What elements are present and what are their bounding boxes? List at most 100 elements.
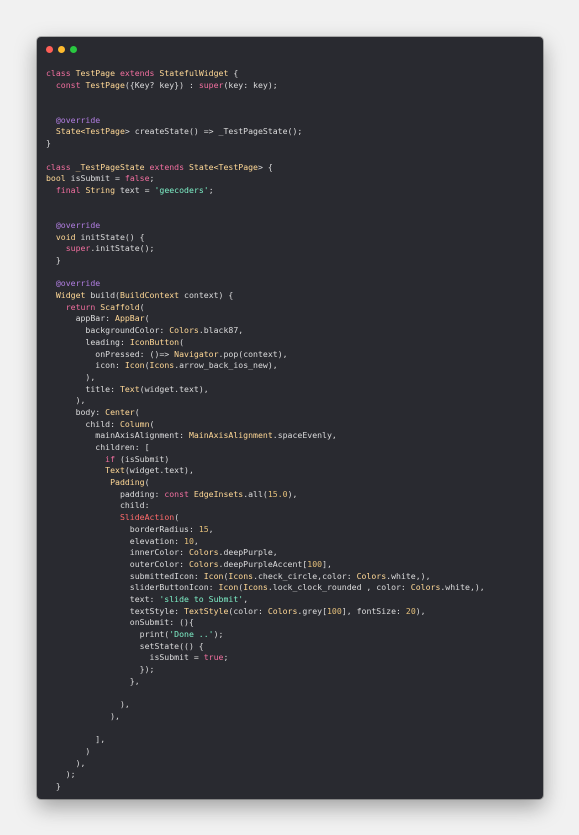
- code-token: final: [55, 184, 86, 195]
- code-token: super: [65, 243, 91, 254]
- code-token: icon:: [46, 360, 125, 371]
- code-token: text:: [46, 593, 160, 604]
- code-token: _TestPageState: [75, 161, 150, 172]
- code-token: Colors: [188, 558, 219, 569]
- code-token: ({Key? key}) :: [124, 79, 199, 90]
- code-line: ): [46, 746, 485, 758]
- code-line: ],: [46, 734, 485, 746]
- code-token: ),: [46, 395, 86, 406]
- code-token: (: [134, 406, 140, 417]
- code-token: textStyle:: [46, 605, 185, 616]
- code-line: ),: [46, 758, 485, 770]
- code-token: ],: [322, 558, 332, 569]
- code-line: },: [46, 676, 485, 688]
- code-token: 20: [405, 605, 416, 616]
- code-line: State<TestPage> createState() => _TestPa…: [46, 126, 485, 138]
- code-line: @override: [46, 278, 485, 290]
- code-token: .spaceEvenly,: [272, 430, 337, 441]
- code-token: Icon: [124, 360, 145, 371]
- code-token: ,: [193, 535, 199, 546]
- code-token: ),: [46, 757, 86, 768]
- code-token: .initState();: [90, 243, 155, 254]
- code-token: TestPage: [85, 126, 125, 137]
- code-token: Icons: [228, 570, 254, 581]
- zoom-icon[interactable]: [70, 46, 77, 53]
- code-token: super: [198, 79, 224, 90]
- code-token: 'slide to Submit': [159, 593, 244, 604]
- code-token: .white,),: [440, 582, 485, 593]
- code-token: .pop(context),: [218, 348, 288, 359]
- code-token: mainAxisAlignment:: [46, 430, 189, 441]
- code-token: ], fontSize:: [341, 605, 406, 616]
- code-token: children: [: [46, 442, 150, 452]
- code-token: Colors: [410, 582, 441, 593]
- code-token: SlideAction: [119, 512, 175, 523]
- code-token: title:: [46, 383, 120, 394]
- code-token: ),: [46, 371, 96, 382]
- code-token: Padding: [110, 477, 145, 488]
- code-token: onSubmit: (){: [46, 617, 194, 628]
- code-line: backgroundColor: Colors.black87,: [46, 325, 485, 337]
- code-token: IconButton: [129, 336, 180, 347]
- code-token: (: [139, 301, 145, 312]
- code-token: > {: [257, 161, 273, 172]
- code-line: }: [46, 138, 485, 150]
- code-token: 100: [327, 605, 342, 616]
- code-line: @override: [46, 220, 485, 232]
- code-token: Icon: [203, 570, 224, 581]
- code-line: SlideAction(: [46, 512, 485, 524]
- code-token: @override: [55, 219, 101, 230]
- code-token: 'Done ..': [169, 629, 214, 639]
- code-line: mainAxisAlignment: MainAxisAlignment.spa…: [46, 430, 485, 442]
- code-token: Colors: [356, 570, 387, 581]
- code-line: ),: [46, 699, 485, 711]
- code-line: appBar: AppBar(: [46, 313, 485, 325]
- code-line: innerColor: Colors.deepPurple,: [46, 547, 485, 559]
- minimize-icon[interactable]: [58, 46, 65, 53]
- code-token: Icon: [218, 582, 239, 593]
- code-token: if: [105, 453, 120, 464]
- code-token: print(: [46, 629, 170, 639]
- code-token: .check_circle,color:: [253, 570, 357, 581]
- code-token: extends: [119, 68, 160, 78]
- code-token: ): [46, 745, 91, 756]
- code-token: MainAxisAlignment: [188, 430, 273, 441]
- code-token: bool: [46, 173, 71, 184]
- code-block: class TestPage extends StatefulWidget { …: [46, 68, 485, 793]
- code-token: Text: [119, 383, 140, 394]
- code-line: borderRadius: 15,: [46, 524, 485, 536]
- code-token: context) {: [184, 290, 234, 301]
- code-line: super.initState();: [46, 243, 485, 255]
- code-token: appBar:: [46, 313, 116, 324]
- code-line: });: [46, 664, 485, 676]
- code-token: onPressed: ()=>: [46, 348, 175, 359]
- code-token: Colors: [169, 325, 199, 336]
- code-line: outerColor: Colors.deepPurpleAccent[100]…: [46, 559, 485, 571]
- code-token: );: [46, 769, 76, 780]
- code-token: State<: [55, 126, 86, 137]
- code-token: (: [144, 313, 150, 324]
- code-line: text: 'slide to Submit',: [46, 594, 485, 606]
- code-line: );: [46, 769, 485, 781]
- code-token: {: [228, 68, 239, 78]
- code-token: }: [46, 138, 51, 149]
- code-line: elevation: 10,: [46, 536, 485, 548]
- code-token: .arrow_back_ios_new),: [174, 360, 278, 371]
- code-token: AppBar: [115, 313, 145, 324]
- code-token: backgroundColor:: [46, 325, 170, 336]
- close-icon[interactable]: [46, 46, 53, 53]
- code-token: ),: [415, 605, 426, 616]
- code-window: class TestPage extends StatefulWidget { …: [37, 37, 543, 799]
- code-token: isSubmit =: [70, 173, 125, 184]
- window-titlebar: [37, 37, 543, 63]
- code-token: TestPage: [85, 79, 125, 90]
- code-token: @override: [55, 114, 101, 125]
- code-token: outerColor:: [46, 558, 189, 569]
